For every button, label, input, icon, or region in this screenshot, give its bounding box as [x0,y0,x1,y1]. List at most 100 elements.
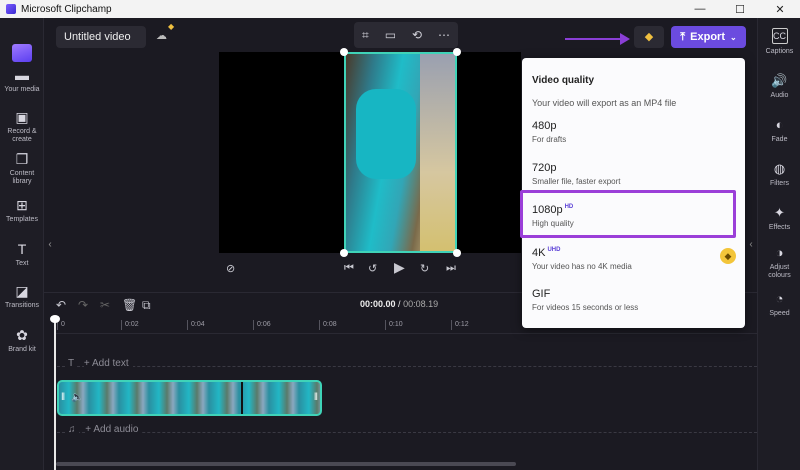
nav-label: Templates [6,216,38,223]
clipchamp-logo-icon [12,44,32,62]
nav-transitions[interactable]: ◪ Transitions [0,284,44,310]
quality-option-480p[interactable]: 480p For drafts [522,114,745,158]
panel-filters[interactable]: ◍ Filters [758,162,800,188]
annotation-arrowhead [620,33,630,45]
fit-icon[interactable]: ▭ [385,28,396,42]
ruler-tick: 0:10 [385,320,403,330]
rewind-5s-icon[interactable]: ↺ [368,262,377,275]
panel-label: Captions [765,48,794,55]
clip-split-line [241,382,243,414]
clip-trim-handle-right[interactable]: ‖ [314,392,318,403]
add-text-button[interactable]: + Add text [83,358,133,369]
collapse-right-icon[interactable]: ‹ [746,230,756,260]
ruler-tick: 0:06 [253,320,271,330]
option-desc: Your video has no 4K media [532,262,632,271]
resize-handle[interactable] [340,48,348,56]
option-label-text: 4K [532,247,546,259]
video-frame-subject [356,89,416,179]
export-button[interactable]: ⤒ Export ⌄ [671,26,746,48]
redo-icon[interactable]: ↷ [78,298,88,312]
nav-record-create[interactable]: ▣ Record & create [0,110,44,144]
audio-track[interactable]: ♫ + Add audio [57,424,757,435]
audio-icon: 🔊 [771,73,788,88]
filters-icon: ◍ [773,161,786,176]
export-label: Export [690,31,725,43]
option-label: GIF [532,288,745,300]
premium-button[interactable]: ◆ [634,26,664,48]
option-label: 480p [532,120,745,132]
resize-handle[interactable] [453,48,461,56]
option-desc: For videos 15 seconds or less [532,303,639,312]
panel-effects[interactable]: ✦ Effects [758,206,800,232]
add-audio-button[interactable]: + Add audio [85,424,143,435]
option-desc: For drafts [532,135,567,144]
rotate-icon[interactable]: ⟲ [412,28,422,42]
panel-captions[interactable]: CC Captions [758,28,800,56]
text-track[interactable]: T + Add text [57,358,757,369]
ruler-tick: 0:02 [121,320,139,330]
speed-icon: ◔ [775,291,784,306]
play-icon[interactable]: ▶ [394,259,405,276]
nav-label: Your media [4,86,40,93]
clip-trim-handle-left[interactable]: ‖ [61,392,65,403]
nav-label: Transitions [5,302,39,309]
quality-option-4k[interactable]: 4K UHD Your video has no 4K media [522,241,745,285]
timeline-scrollbar[interactable] [56,462,516,466]
undo-icon[interactable]: ↶ [56,298,66,312]
panel-adjust-colours[interactable]: ◑ Adjust colours [758,246,800,280]
panel-label: Fade [771,136,788,143]
panel-fade[interactable]: ◐ Fade [758,118,800,144]
timecode: 00:00.00 / 00:08.19 [360,299,438,309]
playhead[interactable] [50,315,60,470]
skip-back-icon[interactable]: ⏮ [344,262,354,275]
annotation-arrow [565,38,625,40]
video-frame-background [420,54,455,251]
menu-subheading: Your video will export as an MP4 file [532,98,677,108]
left-sidebar: ▬ Your media ▣ Record & create ❐ Content li… [0,18,44,470]
panel-label: Effects [768,224,791,231]
forward-5s-icon[interactable]: ↻ [420,262,429,275]
minimize-button[interactable]: — [680,0,720,18]
nav-brand-kit[interactable]: ✿ Brand kit [0,328,44,354]
panel-label: Speed [769,310,790,317]
duplicate-icon[interactable]: ⧉ [142,298,151,313]
hide-preview-icon[interactable]: ⊘ [226,262,235,275]
cloud-sync-off-icon[interactable]: ☁ [156,29,167,42]
chevron-down-icon: ⌄ [730,32,737,42]
panel-label: Audio [770,92,789,99]
more-icon[interactable]: ⋯ [438,28,450,42]
option-label-text: 720p [532,162,557,174]
resize-handle[interactable] [340,249,348,257]
video-clip[interactable]: ‖ 🔈 ‖ [57,380,322,416]
panel-audio[interactable]: 🔊 Audio [758,74,800,100]
maximize-button[interactable]: ☐ [720,0,760,18]
nav-label: Brand kit [8,346,36,353]
ruler-tick: 0:08 [319,320,337,330]
nav-templates[interactable]: ⊞ Templates [0,198,44,224]
track-divider [57,432,757,433]
delete-icon[interactable]: 🗑 [122,298,137,312]
premium-diamond-icon: ◆ [720,248,736,264]
skip-forward-icon[interactable]: ⏭ [446,262,456,275]
clip-volume-icon[interactable]: 🔈 [71,392,83,403]
nav-content-library[interactable]: ❐ Content library [0,152,44,186]
record-icon: ▣ [15,109,29,125]
quality-option-gif[interactable]: GIF For videos 15 seconds or less [522,282,745,326]
close-button[interactable]: ✕ [760,0,800,18]
collapse-left-icon[interactable]: ‹ [45,230,55,260]
current-time: 00:00.00 [360,299,396,309]
project-title-input[interactable]: Untitled video [56,26,146,48]
window-title: Microsoft Clipchamp [21,3,112,15]
nav-text[interactable]: T Text [0,242,44,268]
menu-heading: Video quality [532,75,595,86]
ruler-tick: 0:12 [451,320,469,330]
split-icon[interactable]: ✂ [100,298,110,312]
brand-kit-icon: ✿ [16,327,28,343]
library-icon: ❐ [15,151,29,167]
panel-speed[interactable]: ◔ Speed [758,292,800,318]
crop-icon[interactable]: ⌗ [362,28,369,43]
resize-handle[interactable] [453,249,461,257]
playhead-knob[interactable] [50,315,60,323]
video-preview[interactable] [344,52,457,253]
nav-your-media[interactable]: ▬ Your media [0,68,44,94]
